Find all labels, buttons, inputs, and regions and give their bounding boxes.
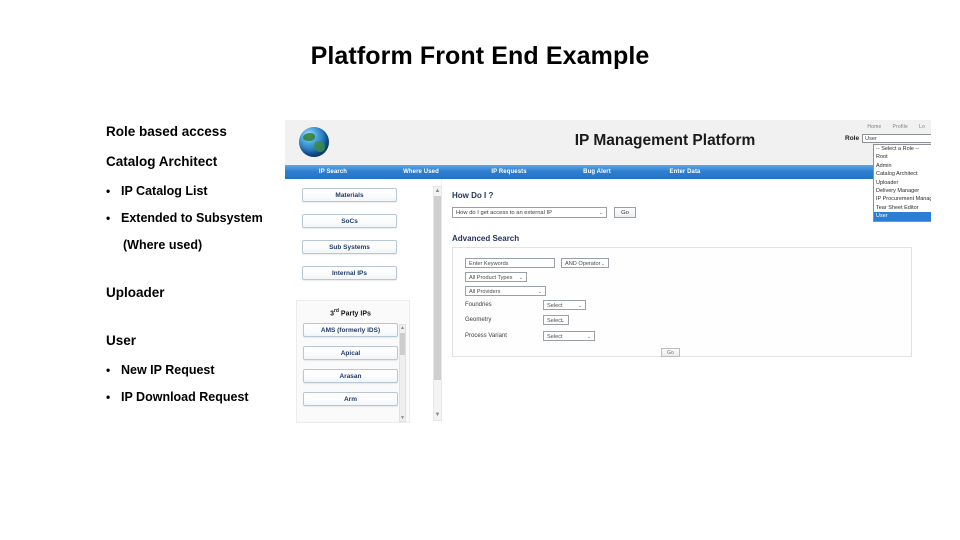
role-option-admin[interactable]: Admin bbox=[874, 162, 931, 170]
advanced-search-label: Advanced Search bbox=[452, 234, 520, 243]
providers-value: All Providers bbox=[469, 289, 501, 295]
list-item-label: Extended to Subsystem bbox=[121, 211, 263, 225]
page-title: Platform Front End Example bbox=[310, 42, 650, 70]
list-item: • New IP Request bbox=[106, 363, 291, 378]
top-right-menu[interactable]: Home Profile Lo bbox=[867, 124, 925, 130]
third-party-ips-group: 3rd Party IPs AMS (formerly IDS) Apical … bbox=[296, 300, 410, 423]
menu-item-logout[interactable]: Lo bbox=[919, 124, 925, 130]
menu-item-profile[interactable]: Profile bbox=[892, 124, 908, 130]
nav-item-bug-alert[interactable]: Bug Alert bbox=[557, 169, 637, 175]
chevron-down-icon: ⌄ bbox=[577, 303, 582, 309]
list-item: • IP Catalog List bbox=[106, 184, 291, 199]
chevron-down-icon: ⌄ bbox=[560, 318, 565, 324]
product-types-select[interactable]: All Product Types ⌄ bbox=[465, 272, 527, 282]
app-title: IP Management Platform bbox=[574, 132, 756, 149]
how-do-i-select[interactable]: How do I get access to an external IP ⌄ bbox=[452, 207, 607, 218]
role-option-root[interactable]: Root bbox=[874, 153, 931, 161]
foundries-select[interactable]: Select ⌄ bbox=[543, 300, 586, 310]
bullet-icon: • bbox=[106, 211, 111, 225]
role-option-delivery-manager[interactable]: Delivery Manager bbox=[874, 187, 931, 195]
chevron-down-icon: ⌄ bbox=[537, 289, 542, 295]
role-option-user[interactable]: User bbox=[874, 212, 931, 221]
list-item: • Extended to Subsystem bbox=[106, 211, 291, 226]
operator-select[interactable]: AND Operator ⌄ bbox=[561, 258, 609, 268]
how-do-i-value: How do I get access to an external IP bbox=[456, 210, 553, 216]
menu-item-home[interactable]: Home bbox=[867, 124, 881, 130]
process-variant-value: Select bbox=[547, 334, 563, 340]
geometry-select[interactable]: Select ⌄ bbox=[543, 315, 569, 325]
outline-heading-uploader: Uploader bbox=[106, 285, 165, 300]
chevron-down-icon: ⌄ bbox=[598, 210, 603, 216]
foundries-label: Foundries bbox=[465, 302, 492, 308]
role-option-uploader[interactable]: Uploader bbox=[874, 179, 931, 187]
list-item: • IP Download Request bbox=[106, 390, 291, 405]
process-variant-label: Process Variant bbox=[465, 333, 507, 339]
chevron-down-icon: ⌄ bbox=[600, 261, 605, 267]
app-navbar: IP Search Where Used IP Requests Bug Ale… bbox=[285, 165, 931, 179]
globe-icon bbox=[299, 127, 329, 157]
advanced-search-go-button[interactable]: Go bbox=[661, 348, 680, 357]
third-party-scrollbar[interactable]: ▲ ▼ bbox=[399, 324, 406, 422]
list-item-label: New IP Request bbox=[121, 363, 215, 377]
nav-item-ip-search[interactable]: IP Search bbox=[293, 169, 373, 175]
rail-button-arasan[interactable]: Arasan bbox=[303, 369, 398, 383]
rail-button-internal-ips[interactable]: Internal IPs bbox=[302, 266, 397, 280]
chevron-down-icon: ⌄ bbox=[518, 275, 523, 281]
scroll-down-icon[interactable]: ▼ bbox=[400, 415, 405, 421]
operator-value: AND Operator bbox=[565, 261, 601, 267]
geometry-label: Geometry bbox=[465, 317, 492, 323]
role-select[interactable]: User bbox=[862, 134, 931, 143]
role-option-ip-procurement-manager[interactable]: IP Procurement Manager bbox=[874, 195, 931, 203]
bullet-icon: • bbox=[106, 363, 111, 377]
foundries-value: Select bbox=[547, 303, 563, 309]
rail-button-arm[interactable]: Arm bbox=[303, 392, 398, 406]
app-header: IP Management Platform Home Profile Lo bbox=[285, 120, 931, 166]
bullet-icon: • bbox=[106, 184, 111, 198]
outline-heading-role-based-access: Role based access bbox=[106, 124, 227, 139]
process-variant-select[interactable]: Select ⌄ bbox=[543, 331, 595, 341]
scroll-up-icon[interactable]: ▲ bbox=[400, 325, 405, 331]
nav-item-enter-data[interactable]: Enter Data bbox=[645, 169, 725, 175]
list-item-continuation: (Where used) bbox=[123, 238, 203, 252]
rail-button-apical[interactable]: Apical bbox=[303, 346, 398, 360]
outline-heading-user: User bbox=[106, 333, 137, 348]
bullet-icon: • bbox=[106, 390, 111, 404]
role-label: Role bbox=[845, 135, 860, 142]
scrollbar-thumb[interactable] bbox=[434, 196, 441, 380]
role-option-tear-sheet-editor[interactable]: Tear Sheet Editor bbox=[874, 204, 931, 212]
third-party-rest: Party IPs bbox=[338, 310, 371, 318]
app-screenshot: IP Management Platform Home Profile Lo I… bbox=[285, 120, 931, 423]
nav-item-where-used[interactable]: Where Used bbox=[381, 169, 461, 175]
outline-text-column: Role based access Catalog Architect • IP… bbox=[106, 124, 291, 417]
how-do-i-label: How Do I ? bbox=[452, 191, 494, 200]
scroll-up-icon[interactable]: ▲ bbox=[434, 187, 441, 196]
list-item-label: IP Catalog List bbox=[121, 184, 208, 198]
role-option-catalog-architect[interactable]: Catalog Architect bbox=[874, 170, 931, 178]
providers-select[interactable]: All Providers ⌄ bbox=[465, 286, 546, 296]
third-party-ips-heading: 3rd Party IPs bbox=[303, 305, 398, 318]
main-content: How Do I ? How do I get access to an ext… bbox=[442, 179, 931, 423]
role-options-list[interactable]: -- Select a Role -- Root Admin Catalog A… bbox=[873, 144, 931, 222]
scrollbar-thumb[interactable] bbox=[400, 333, 405, 355]
page-scrollbar[interactable]: ▲ ▼ bbox=[433, 186, 442, 421]
nav-item-ip-requests[interactable]: IP Requests bbox=[469, 169, 549, 175]
advanced-search-panel: Enter Keywords AND Operator ⌄ All Produc… bbox=[452, 247, 912, 357]
chevron-down-icon: ⌄ bbox=[586, 334, 591, 340]
role-option-select-a-role[interactable]: -- Select a Role -- bbox=[874, 145, 931, 153]
outline-heading-catalog-architect: Catalog Architect bbox=[106, 154, 218, 169]
rail-button-sub-systems[interactable]: Sub Systems bbox=[302, 240, 397, 254]
how-do-i-go-button[interactable]: Go bbox=[614, 207, 636, 218]
rail-button-materials[interactable]: Materials bbox=[302, 188, 397, 202]
role-selector[interactable]: Role User -- Select a Role -- Root Admin… bbox=[845, 134, 931, 222]
category-rail: Materials SoCs Sub Systems Internal IPs … bbox=[285, 179, 441, 423]
product-types-value: All Product Types bbox=[469, 275, 513, 281]
rail-button-socs[interactable]: SoCs bbox=[302, 214, 397, 228]
list-item-label: IP Download Request bbox=[121, 390, 249, 404]
scroll-down-icon[interactable]: ▼ bbox=[434, 411, 441, 420]
rail-button-ams[interactable]: AMS (formerly IDS) bbox=[303, 323, 398, 337]
keywords-input[interactable]: Enter Keywords bbox=[465, 258, 555, 268]
